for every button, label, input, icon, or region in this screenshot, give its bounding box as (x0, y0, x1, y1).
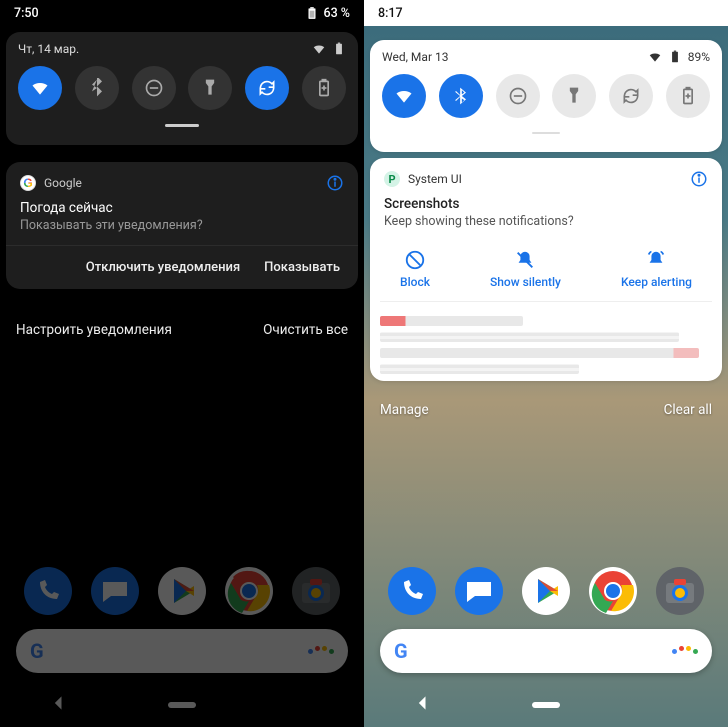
battery-text: 63 % (323, 6, 350, 21)
status-bar: 7:50 63 % (0, 0, 364, 26)
notification-title: Погода сейчас (20, 200, 344, 216)
chrome-app-icon[interactable] (225, 567, 273, 615)
qs-dnd-toggle[interactable] (132, 66, 176, 110)
silent-icon (514, 249, 536, 271)
battery-status-icon (332, 42, 346, 56)
wifi-status-icon (312, 42, 326, 56)
keep-alerting-button[interactable]: Keep alerting (621, 249, 692, 289)
back-button[interactable] (49, 693, 69, 717)
block-icon (404, 249, 426, 271)
system-ui-app-icon: P (384, 171, 400, 187)
qs-expand-handle[interactable] (532, 132, 560, 134)
alert-icon (645, 249, 667, 271)
messages-app-icon[interactable] (91, 567, 139, 615)
clock: 8:17 (378, 6, 403, 21)
clock: 7:50 (14, 6, 39, 21)
qs-bluetooth-toggle[interactable] (439, 74, 483, 118)
block-button[interactable]: Block (400, 249, 430, 289)
notification-app-name: System UI (408, 172, 462, 186)
chrome-app-icon[interactable] (589, 567, 637, 615)
qs-battery-saver-toggle[interactable] (302, 66, 346, 110)
messages-app-icon[interactable] (455, 567, 503, 615)
search-bar[interactable]: G (16, 629, 348, 673)
notification-body: Показывать эти уведомления? (20, 218, 344, 233)
quick-settings-panel: Чт, 14 мар. (6, 32, 358, 145)
notification-card[interactable]: G Google Погода сейчас Показывать эти ув… (6, 162, 358, 289)
dock (0, 567, 364, 615)
qs-date: Wed, Mar 13 (382, 50, 448, 64)
google-logo-icon: G (394, 639, 408, 663)
notification-card[interactable]: P System UI Screenshots Keep showing the… (370, 158, 722, 381)
battery-status-icon (668, 50, 682, 64)
google-logo-icon: G (30, 639, 44, 663)
battery-icon (305, 6, 319, 20)
notification-body: Keep showing these notifications? (384, 214, 708, 229)
block-label: Block (400, 275, 430, 289)
camera-app-icon[interactable] (292, 567, 340, 615)
assistant-icon[interactable] (672, 649, 698, 654)
qs-dnd-toggle[interactable] (496, 74, 540, 118)
navigation-bar (0, 683, 364, 727)
navigation-bar (364, 683, 728, 727)
qs-autorotate-toggle[interactable] (245, 66, 289, 110)
silent-label: Show silently (490, 275, 561, 289)
assistant-icon[interactable] (308, 649, 334, 654)
qs-expand-handle[interactable] (165, 124, 199, 127)
qs-autorotate-toggle[interactable] (609, 74, 653, 118)
status-bar: 8:17 (364, 0, 728, 26)
qs-battery-saver-toggle[interactable] (666, 74, 710, 118)
google-app-icon: G (20, 175, 36, 191)
secondary-notification[interactable] (380, 301, 712, 371)
play-store-app-icon[interactable] (522, 567, 570, 615)
show-notifications-button[interactable]: Показывать (264, 260, 340, 275)
play-store-app-icon[interactable] (158, 567, 206, 615)
clear-all-link[interactable]: Clear all (664, 402, 712, 418)
qs-flashlight-toggle[interactable] (552, 74, 596, 118)
home-button[interactable] (168, 702, 196, 708)
phone-app-icon[interactable] (388, 567, 436, 615)
quick-settings-panel: Wed, Mar 13 89% (370, 40, 722, 152)
phone-app-icon[interactable] (24, 567, 72, 615)
manage-notifications-link[interactable]: Manage (380, 402, 429, 418)
home-button[interactable] (532, 702, 560, 708)
qs-date: Чт, 14 мар. (18, 42, 79, 56)
clear-all-link[interactable]: Очистить все (263, 322, 348, 338)
wifi-status-icon (648, 50, 662, 64)
qs-wifi-toggle[interactable] (18, 66, 62, 110)
notification-app-name: Google (44, 176, 82, 190)
camera-app-icon[interactable] (656, 567, 704, 615)
qs-bluetooth-toggle[interactable] (75, 66, 119, 110)
search-bar[interactable]: G (380, 629, 712, 673)
qs-flashlight-toggle[interactable] (188, 66, 232, 110)
info-icon[interactable] (690, 170, 708, 188)
info-icon[interactable] (326, 174, 344, 192)
manage-notifications-link[interactable]: Настроить уведомления (16, 322, 172, 338)
battery-text: 89% (688, 50, 710, 64)
qs-wifi-toggle[interactable] (382, 74, 426, 118)
dock (364, 567, 728, 615)
alert-label: Keep alerting (621, 275, 692, 289)
block-notifications-button[interactable]: Отключить уведомления (86, 260, 240, 275)
notification-title: Screenshots (384, 196, 708, 212)
show-silently-button[interactable]: Show silently (490, 249, 561, 289)
back-button[interactable] (413, 693, 433, 717)
